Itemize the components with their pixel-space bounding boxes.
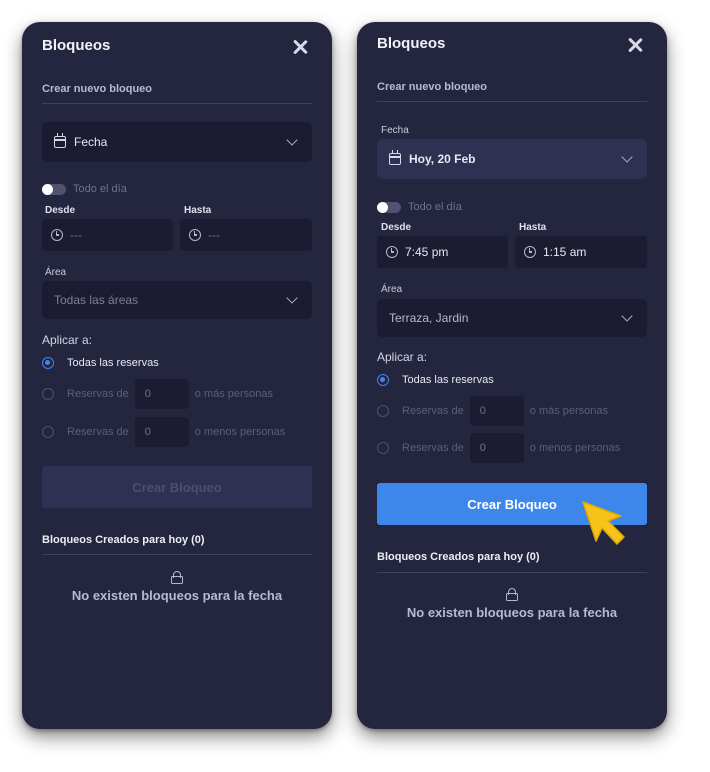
panel-title: Bloqueos: [42, 37, 111, 54]
pointer-cursor-icon: [582, 501, 625, 545]
date-label: Fecha: [381, 125, 409, 136]
lock-icon: [506, 588, 518, 601]
clock-icon: [189, 229, 201, 241]
radio-less-prefix: Reservas de: [67, 426, 129, 438]
from-time-value: ---: [70, 228, 82, 242]
from-time-value: 7:45 pm: [405, 245, 449, 259]
radio-all-label: Todas las reservas: [67, 357, 159, 369]
divider: [42, 554, 312, 555]
to-time-value: ---: [208, 228, 220, 242]
radio-more-prefix: Reservas de: [67, 388, 129, 400]
to-time-value: 1:15 am: [543, 245, 587, 259]
from-label: Desde: [381, 222, 412, 233]
allday-toggle[interactable]: [377, 201, 401, 213]
apply-label: Aplicar a:: [42, 333, 93, 347]
radio-all-reservations[interactable]: Todas las reservas: [377, 374, 494, 386]
allday-label: Todo el día: [408, 201, 462, 213]
blocks-panel-filled: Bloqueos Crear nuevo bloqueo Fecha Hoy, …: [357, 22, 667, 729]
radio-more-suffix: o más personas: [529, 405, 609, 417]
radio-button[interactable]: [42, 426, 54, 438]
radio-more-people[interactable]: Reservas de 0 o más personas: [377, 396, 608, 426]
to-time-input[interactable]: ---: [180, 219, 312, 251]
from-time-input[interactable]: 7:45 pm: [377, 236, 508, 268]
radio-button-selected[interactable]: [377, 374, 389, 386]
create-block-button[interactable]: Crear Bloqueo: [42, 466, 312, 508]
divider: [377, 572, 647, 573]
allday-toggle-row[interactable]: Todo el día: [42, 183, 127, 195]
area-select[interactable]: Terraza, Jardin: [377, 299, 647, 337]
area-label: Área: [381, 284, 403, 295]
allday-toggle[interactable]: [42, 183, 66, 195]
radio-all-label: Todas las reservas: [402, 374, 494, 386]
from-time-input[interactable]: ---: [42, 219, 173, 251]
area-label: Área: [45, 267, 67, 278]
radio-more-prefix: Reservas de: [402, 405, 464, 417]
allday-label: Todo el día: [73, 183, 127, 195]
radio-less-people[interactable]: Reservas de 0 o menos personas: [377, 433, 620, 463]
chevron-down-icon: [286, 134, 298, 146]
radio-more-suffix: o más personas: [194, 388, 274, 400]
max-people-input[interactable]: 0: [469, 433, 524, 463]
radio-less-suffix: o menos personas: [529, 442, 621, 454]
area-select[interactable]: Todas las áreas: [42, 281, 312, 319]
date-select-value: Hoy, 20 Feb: [409, 152, 476, 166]
section-title: Crear nuevo bloqueo: [377, 81, 488, 93]
clock-icon: [51, 229, 63, 241]
created-blocks-header: Bloqueos Creados para hoy (0): [42, 534, 205, 546]
min-people-input[interactable]: 0: [469, 396, 524, 426]
area-select-value: Todas las áreas: [54, 293, 139, 307]
blocks-panel-empty: Bloqueos Crear nuevo bloqueo Fecha Todo …: [22, 22, 332, 729]
max-people-input[interactable]: 0: [134, 417, 189, 447]
chevron-down-icon: [621, 151, 633, 163]
radio-button-selected[interactable]: [42, 357, 54, 369]
clock-icon: [386, 246, 398, 258]
lock-icon: [171, 571, 183, 584]
area-select-value: Terraza, Jardin: [389, 311, 469, 325]
close-icon[interactable]: [627, 37, 643, 53]
section-title: Crear nuevo bloqueo: [42, 83, 153, 95]
to-label: Hasta: [184, 205, 212, 216]
divider: [42, 103, 312, 104]
calendar-icon: [54, 133, 66, 148]
chevron-down-icon: [621, 310, 633, 322]
calendar-icon: [389, 150, 401, 165]
created-blocks-header: Bloqueos Creados para hoy (0): [377, 551, 540, 563]
close-icon[interactable]: [292, 39, 308, 55]
radio-button[interactable]: [377, 442, 389, 454]
date-select-value: Fecha: [74, 135, 108, 149]
min-people-input[interactable]: 0: [134, 379, 189, 409]
radio-button[interactable]: [377, 405, 389, 417]
radio-less-people[interactable]: Reservas de 0 o menos personas: [42, 417, 285, 447]
date-select[interactable]: Hoy, 20 Feb: [377, 139, 647, 179]
apply-label: Aplicar a:: [377, 350, 428, 364]
radio-less-prefix: Reservas de: [402, 442, 464, 454]
empty-message: No existen bloqueos para la fecha: [406, 605, 618, 620]
chevron-down-icon: [286, 292, 298, 304]
radio-all-reservations[interactable]: Todas las reservas: [42, 357, 159, 369]
empty-message: No existen bloqueos para la fecha: [71, 588, 283, 603]
panel-title: Bloqueos: [377, 35, 446, 52]
allday-toggle-row[interactable]: Todo el día: [377, 201, 462, 213]
radio-button[interactable]: [42, 388, 54, 400]
radio-less-suffix: o menos personas: [194, 426, 286, 438]
to-time-input[interactable]: 1:15 am: [515, 236, 647, 268]
from-label: Desde: [45, 205, 76, 216]
clock-icon: [524, 246, 536, 258]
to-label: Hasta: [519, 222, 547, 233]
radio-more-people[interactable]: Reservas de 0 o más personas: [42, 379, 273, 409]
divider: [377, 101, 647, 102]
date-select[interactable]: Fecha: [42, 122, 312, 162]
